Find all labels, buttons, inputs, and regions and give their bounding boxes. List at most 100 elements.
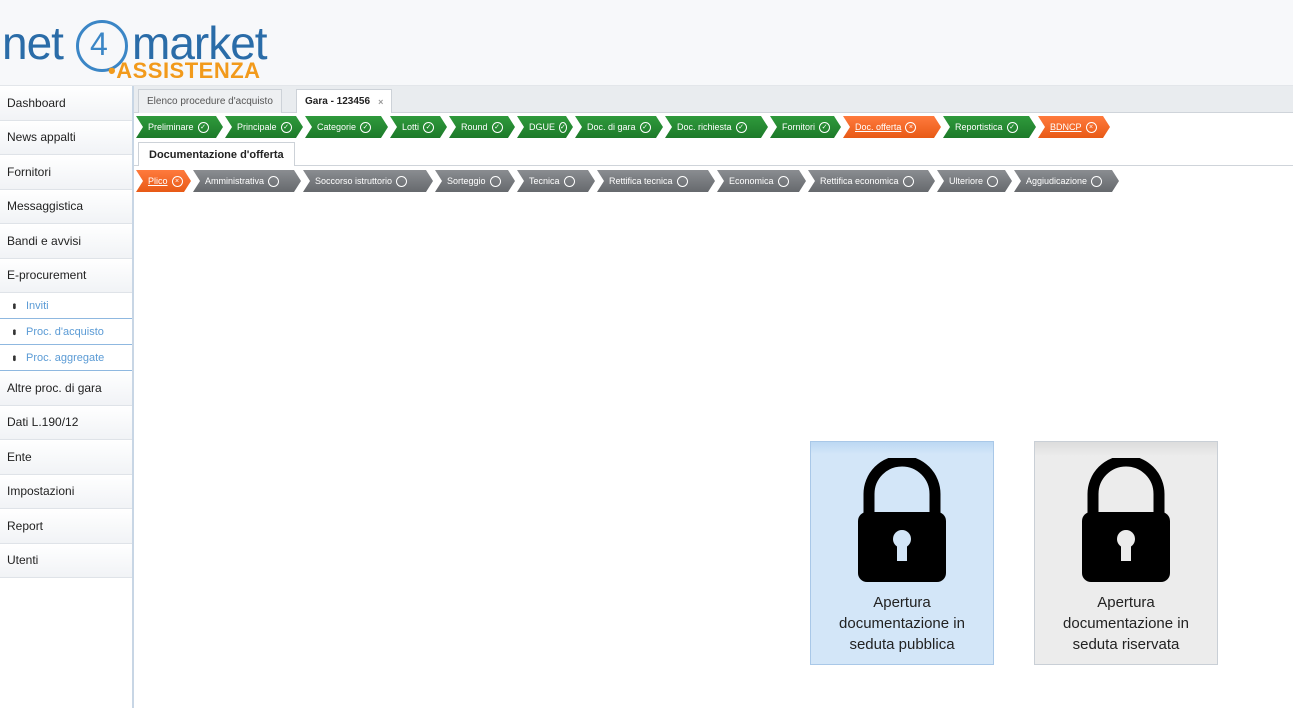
sidebar-item-ente[interactable]: Ente <box>0 440 132 475</box>
step-ulteriore[interactable]: Ulteriore <box>937 170 1012 192</box>
tab-gara-123456[interactable]: Gara - 123456 × <box>296 89 393 113</box>
empty-circle-icon <box>268 176 279 187</box>
x-circle-icon: × <box>172 176 183 187</box>
lock-icon <box>1082 458 1170 582</box>
sidebar-subitem-label: Proc. d'acquisto <box>26 325 104 338</box>
check-circle-icon: ✓ <box>819 122 830 133</box>
sidebar-item-e-procurement[interactable]: E-procurement <box>0 258 132 293</box>
step-label: Principale <box>237 122 277 132</box>
sidebar-item-dashboard[interactable]: Dashboard <box>0 86 132 121</box>
empty-circle-icon <box>677 176 688 187</box>
sidebar-item-dati-l19012[interactable]: Dati L.190/12 <box>0 405 132 440</box>
step-dgue[interactable]: DGUE ✓ <box>517 116 573 138</box>
step-label: BDNCP <box>1050 122 1082 132</box>
step-label: Aggiudicazione <box>1026 176 1088 186</box>
step-lotti[interactable]: Lotti ✓ <box>390 116 447 138</box>
tab-label: Elenco procedure d'acquisto <box>147 96 273 107</box>
check-circle-icon: ✓ <box>281 122 292 133</box>
step-label: DGUE <box>529 122 556 132</box>
check-circle-icon: ✓ <box>560 123 566 131</box>
sidebar-item-impostazioni[interactable]: Impostazioni <box>0 474 132 509</box>
step-label: Round <box>461 122 488 132</box>
check-circle-icon: ✓ <box>736 122 747 133</box>
step-label: Tecnica <box>529 176 560 186</box>
check-circle-icon: ✓ <box>1007 122 1018 133</box>
step-rettifica-tecnica[interactable]: Rettifica tecnica <box>597 170 715 192</box>
step-bdncp[interactable]: BDNCP × <box>1038 116 1110 138</box>
sidebar-item-messaggistica[interactable]: Messaggistica <box>0 189 132 224</box>
step-label: Ulteriore <box>949 176 984 186</box>
lock-icon <box>858 458 946 582</box>
step-doc-di-gara[interactable]: Doc. di gara ✓ <box>575 116 663 138</box>
step-label: Lotti <box>402 122 420 132</box>
step-economica[interactable]: Economica <box>717 170 806 192</box>
step-rettifica-economica[interactable]: Rettifica economica <box>808 170 935 192</box>
sidebar-item-bandi-e-avvisi[interactable]: Bandi e avvisi <box>0 224 132 259</box>
logo-text-assistenza: ASSISTENZA <box>108 58 261 84</box>
check-circle-icon: ✓ <box>198 122 209 133</box>
check-circle-icon: ✓ <box>423 122 434 133</box>
step-plico[interactable]: Plico × <box>136 170 191 192</box>
tab-bar: Elenco procedure d'acquisto Gara - 12345… <box>134 86 1293 113</box>
empty-circle-icon <box>564 176 575 187</box>
step-reportistica[interactable]: Reportistica ✓ <box>943 116 1036 138</box>
empty-circle-icon <box>1091 176 1102 187</box>
sidebar-item-altre-proc-di-gara[interactable]: Altre proc. di gara <box>0 371 132 406</box>
x-circle-icon: × <box>905 122 916 133</box>
empty-circle-icon <box>903 176 914 187</box>
check-circle-icon: ✓ <box>492 122 503 133</box>
check-circle-icon: ✓ <box>360 122 371 133</box>
step-fornitori[interactable]: Fornitori ✓ <box>770 116 841 138</box>
step-label: Doc. richiesta <box>677 122 732 132</box>
main-content: Elenco procedure d'acquisto Gara - 12345… <box>134 86 1293 708</box>
sidebar-item-utenti[interactable]: Utenti <box>0 543 132 578</box>
step-amministrativa[interactable]: Amministrativa <box>193 170 301 192</box>
check-circle-icon: ✓ <box>640 122 651 133</box>
sidebar: Dashboard News appalti Fornitori Messagg… <box>0 86 134 708</box>
sidebar-item-report[interactable]: Report <box>0 509 132 544</box>
step-round[interactable]: Round ✓ <box>449 116 515 138</box>
step-label: Rettifica tecnica <box>609 176 673 186</box>
drag-dots-icon: ••• <box>8 329 19 334</box>
header: net 4 market ASSISTENZA <box>0 0 1293 86</box>
offer-substeps: Plico × Amministrativa Soccorso istruttorio… <box>134 168 1293 194</box>
drag-dots-icon: ••• <box>8 303 19 308</box>
step-label: Economica <box>729 176 774 186</box>
step-principale[interactable]: Principale ✓ <box>225 116 303 138</box>
sidebar-item-news-appalti[interactable]: News appalti <box>0 120 132 155</box>
sidebar-subitem-proc-aggregate[interactable]: ••• Proc. aggregate <box>0 345 132 371</box>
step-tecnica[interactable]: Tecnica <box>517 170 595 192</box>
step-aggiudicazione[interactable]: Aggiudicazione <box>1014 170 1119 192</box>
step-categorie[interactable]: Categorie ✓ <box>305 116 388 138</box>
step-sorteggio[interactable]: Sorteggio <box>435 170 515 192</box>
empty-circle-icon <box>490 176 501 187</box>
tab-elenco-procedure[interactable]: Elenco procedure d'acquisto <box>138 89 282 113</box>
step-soccorso-istruttorio[interactable]: Soccorso istruttorio <box>303 170 433 192</box>
step-doc-offerta[interactable]: Doc. offerta × <box>843 116 941 138</box>
step-label: Preliminare <box>148 122 194 132</box>
open-private-session-label: Apertura documentazione in seduta riserv… <box>1063 594 1189 653</box>
step-doc-richiesta[interactable]: Doc. richiesta ✓ <box>665 116 768 138</box>
open-private-session-button[interactable]: Apertura documentazione in seduta riserv… <box>1034 441 1218 665</box>
open-public-session-label: Apertura documentazione in seduta pubbli… <box>839 594 965 653</box>
sidebar-subitem-inviti[interactable]: ••• Inviti <box>0 293 132 319</box>
step-label: Soccorso istruttorio <box>315 176 393 186</box>
empty-circle-icon <box>396 176 407 187</box>
open-public-session-button[interactable]: Apertura documentazione in seduta pubbli… <box>810 441 994 665</box>
logo-text-net: net <box>2 17 64 69</box>
step-label: Doc. di gara <box>587 122 636 132</box>
step-label: Plico <box>148 176 168 186</box>
step-label: Sorteggio <box>447 176 486 186</box>
sidebar-subitem-proc-acquisto[interactable]: ••• Proc. d'acquisto <box>0 319 132 345</box>
procedure-steps: Preliminare ✓ Principale ✓ Categorie ✓ Lotti ✓ R… <box>134 114 1293 140</box>
step-label: Rettifica economica <box>820 176 899 186</box>
step-label: Categorie <box>317 122 357 132</box>
x-circle-icon: × <box>1086 122 1097 133</box>
sidebar-subitem-label: Inviti <box>26 299 49 312</box>
step-preliminare[interactable]: Preliminare ✓ <box>136 116 223 138</box>
sidebar-item-fornitori[interactable]: Fornitori <box>0 155 132 190</box>
subtab-documentazione-offerta[interactable]: Documentazione d'offerta <box>138 142 295 166</box>
logo-text-four: 4 <box>90 26 108 62</box>
close-tab-icon[interactable]: × <box>378 97 383 107</box>
step-label: Amministrativa <box>205 176 265 186</box>
